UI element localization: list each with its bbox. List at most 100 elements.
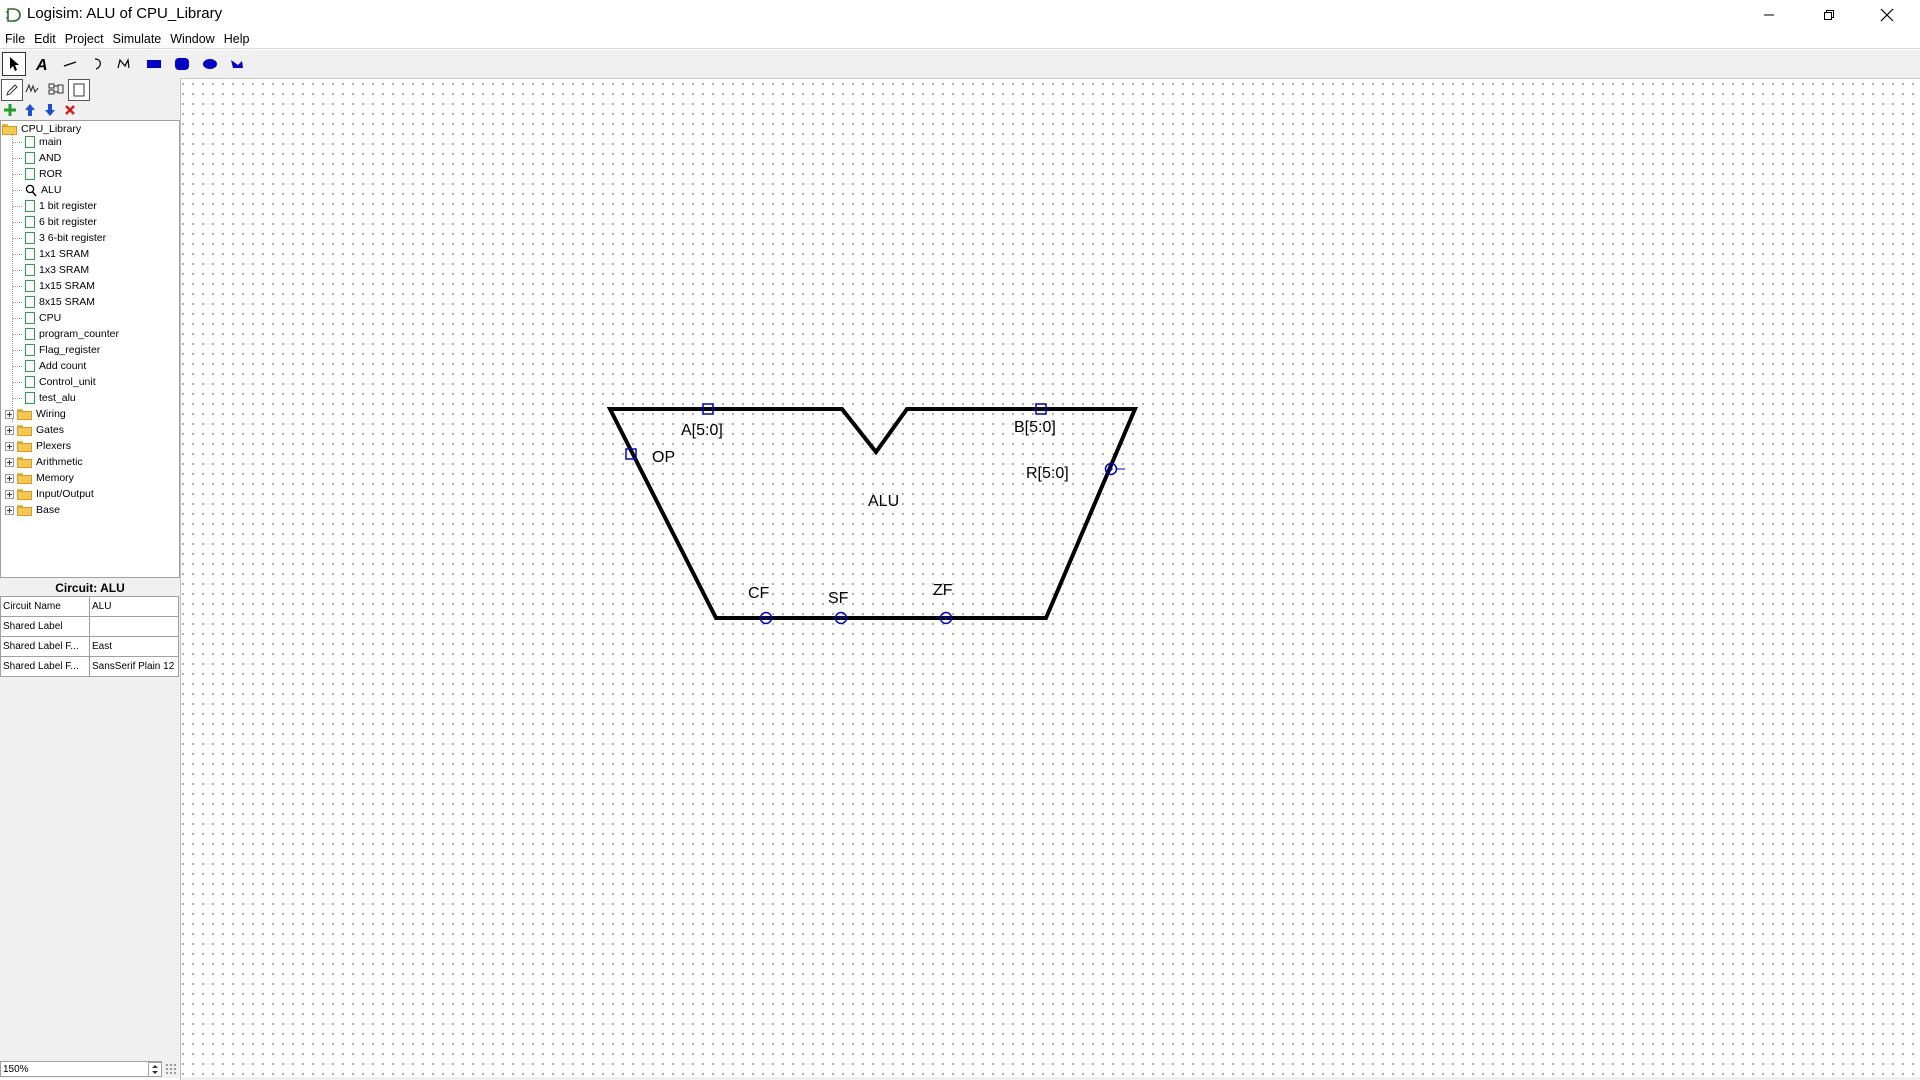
close-button[interactable] <box>1858 0 1916 30</box>
menu-file[interactable]: File <box>1 30 29 48</box>
tree-library-wiring[interactable]: Wiring <box>5 406 66 422</box>
line-icon <box>63 61 77 67</box>
label-b[interactable]: B[5:0] <box>1014 419 1056 436</box>
attribute-row: Shared Label F... East <box>0 636 179 657</box>
svg-text:A: A <box>35 57 48 72</box>
minimize-icon <box>1764 14 1774 16</box>
tree-library-gates[interactable]: Gates <box>5 422 64 438</box>
tree-item-3-6-bit-register[interactable]: 3 6-bit register <box>13 230 106 246</box>
expand-icon[interactable] <box>5 441 14 451</box>
folder-icon <box>17 488 32 500</box>
expand-icon[interactable] <box>5 425 14 435</box>
tree-library-arithmetic[interactable]: Arithmetic <box>5 454 83 470</box>
arrow-pointer-icon <box>10 57 19 71</box>
menu-project[interactable]: Project <box>61 30 108 48</box>
appearance-icon <box>73 83 85 97</box>
tree-item-control-unit[interactable]: Control_unit <box>13 374 96 390</box>
attribute-key: Shared Label F... <box>0 656 90 677</box>
circuit-icon <box>25 328 35 340</box>
label-sf[interactable]: SF <box>828 590 849 607</box>
tree-item-8x15-sram[interactable]: 8x15 SRAM <box>13 294 95 310</box>
zoom-field[interactable]: 150% <box>0 1061 162 1077</box>
shared-label-font-field[interactable]: SansSerif Plain 12 <box>89 656 179 677</box>
tree-item-cpu[interactable]: CPU <box>13 310 61 326</box>
expand-icon[interactable] <box>5 473 14 483</box>
tree-item-1x3-sram[interactable]: 1x3 SRAM <box>13 262 89 278</box>
circuit-icon <box>25 168 35 180</box>
arrow-down-icon <box>45 104 55 116</box>
tree-item-1x1-sram[interactable]: 1x1 SRAM <box>13 246 89 262</box>
add-circuit-button[interactable] <box>2 102 18 118</box>
line-tool-button[interactable] <box>58 52 82 76</box>
tree-item-6-bit-register[interactable]: 6 bit register <box>13 214 97 230</box>
explorer-toolbar <box>0 78 180 101</box>
alu-appearance: A[5:0] B[5:0] OP R[5:0] ALU CF SF ZF <box>606 403 1139 625</box>
toolbox-icon <box>48 83 64 95</box>
tree-item-flag-register[interactable]: Flag_register <box>13 342 100 358</box>
expand-icon[interactable] <box>5 505 14 515</box>
appearance-view-button[interactable] <box>68 79 90 101</box>
explorer-panel: CPU_Library main AND ROR ALU 1 bit regis… <box>0 78 180 1078</box>
tree-library-base[interactable]: Base <box>5 502 60 518</box>
tree-library-input-output[interactable]: Input/Output <box>5 486 94 502</box>
tree-library-plexers[interactable]: Plexers <box>5 438 71 454</box>
shared-label-field[interactable] <box>89 616 179 637</box>
toolbox-view-button[interactable] <box>46 79 66 99</box>
close-icon <box>1880 8 1894 22</box>
label-alu[interactable]: ALU <box>868 493 899 510</box>
tree-item-program-counter[interactable]: program_counter <box>13 326 119 342</box>
tree-library-memory[interactable]: Memory <box>5 470 74 486</box>
expand-icon[interactable] <box>5 489 14 499</box>
alu-body-outline[interactable] <box>606 407 1139 620</box>
menu-window[interactable]: Window <box>166 30 218 48</box>
select-tool-button[interactable] <box>2 52 26 76</box>
tree-item-add-count[interactable]: Add count <box>13 358 86 374</box>
move-down-button[interactable] <box>42 102 58 118</box>
curve-tool-button[interactable] <box>86 52 110 76</box>
polygon-tool-button[interactable] <box>225 52 249 76</box>
circuit-icon <box>25 312 35 324</box>
expand-icon[interactable] <box>5 409 14 419</box>
tree-item-1-bit-register[interactable]: 1 bit register <box>13 198 97 214</box>
minimize-button[interactable] <box>1740 0 1798 30</box>
menu-edit[interactable]: Edit <box>30 30 60 48</box>
edit-tool-button[interactable] <box>1 79 23 101</box>
text-tool-button[interactable]: A <box>30 52 54 76</box>
attribute-table: Circuit Name ALU Shared Label Shared Lab… <box>0 596 179 677</box>
simulate-tool-button[interactable] <box>22 79 42 99</box>
circuit-icon <box>25 280 35 292</box>
menu-simulate[interactable]: Simulate <box>109 30 166 48</box>
oval-tool-button[interactable] <box>198 52 222 76</box>
delete-circuit-button[interactable] <box>62 102 78 118</box>
polyline-tool-button[interactable] <box>112 52 136 76</box>
zoom-spinner-icon[interactable] <box>148 1062 162 1077</box>
restore-button[interactable] <box>1800 0 1858 30</box>
tree-item-main[interactable]: main <box>13 134 62 150</box>
attribute-panel: Circuit: ALU Circuit Name ALU Shared Lab… <box>0 578 180 1078</box>
circuit-icon <box>25 360 35 372</box>
move-up-button[interactable] <box>22 102 38 118</box>
circuit-icon <box>25 392 35 404</box>
rectangle-tool-button[interactable] <box>142 52 166 76</box>
label-zf[interactable]: ZF <box>933 582 953 599</box>
attribute-key: Shared Label F... <box>0 636 90 657</box>
circuit-icon <box>25 296 35 308</box>
menu-help[interactable]: Help <box>220 30 254 48</box>
restore-icon <box>1824 10 1834 20</box>
circuit-name-field[interactable]: ALU <box>89 596 179 617</box>
rounded-rectangle-tool-button[interactable] <box>170 52 194 76</box>
shared-label-facing-select[interactable]: East <box>89 636 179 657</box>
circuit-canvas[interactable]: A[5:0] B[5:0] OP R[5:0] ALU CF SF ZF <box>181 78 1920 1078</box>
tree-item-1x15-sram[interactable]: 1x15 SRAM <box>13 278 95 294</box>
label-r[interactable]: R[5:0] <box>1026 465 1069 482</box>
tree-item-test-alu[interactable]: test_alu <box>13 390 76 406</box>
arrow-up-icon <box>25 104 35 116</box>
label-op[interactable]: OP <box>652 449 675 466</box>
tree-item-alu[interactable]: ALU <box>13 182 61 198</box>
tree-item-and[interactable]: AND <box>13 150 61 166</box>
label-cf[interactable]: CF <box>748 585 770 602</box>
label-a[interactable]: A[5:0] <box>681 422 723 439</box>
expand-icon[interactable] <box>5 457 14 467</box>
tree-item-ror[interactable]: ROR <box>13 166 62 182</box>
plus-icon <box>4 104 16 116</box>
